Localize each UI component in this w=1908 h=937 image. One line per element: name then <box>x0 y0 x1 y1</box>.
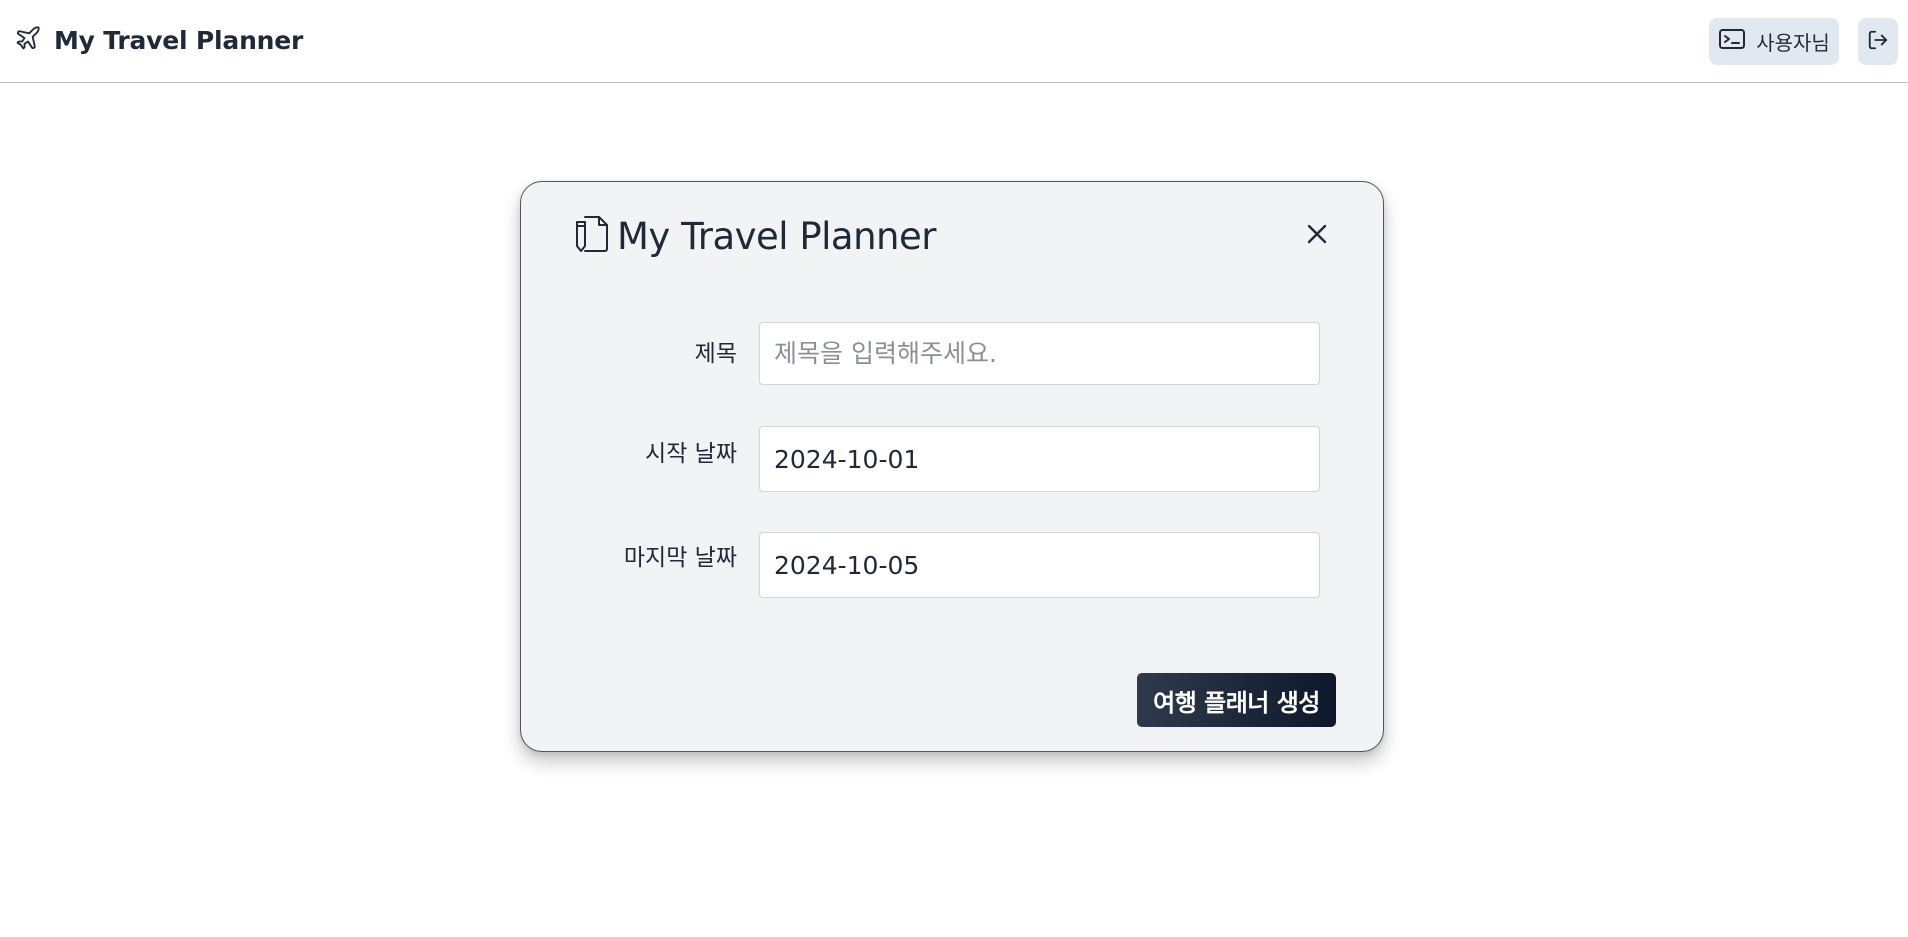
close-icon <box>1305 222 1329 250</box>
create-planner-button[interactable]: 여행 플래너 생성 <box>1137 673 1336 727</box>
user-menu-button[interactable]: 사용자님 <box>1709 18 1839 65</box>
brand[interactable]: My Travel Planner <box>14 22 303 58</box>
start-date-label: 시작 날짜 <box>645 441 737 467</box>
start-date-input[interactable] <box>759 426 1320 492</box>
user-card-icon <box>1718 27 1746 56</box>
create-planner-modal: My Travel Planner 제목 시작 날짜 마지막 날짜 여행 플래너… <box>520 181 1384 752</box>
airplane-icon <box>14 24 42 56</box>
user-name-label: 사용자님 <box>1756 31 1830 55</box>
document-pen-icon <box>573 214 611 258</box>
close-button[interactable] <box>1299 218 1335 254</box>
logout-icon <box>1867 29 1889 55</box>
logout-button[interactable] <box>1858 18 1898 65</box>
app-title: My Travel Planner <box>54 25 304 55</box>
title-input[interactable] <box>759 322 1320 385</box>
end-date-input[interactable] <box>759 532 1320 598</box>
top-header: My Travel Planner 사용자님 <box>0 0 1908 83</box>
modal-title: My Travel Planner <box>617 214 936 258</box>
title-label: 제목 <box>694 341 737 367</box>
end-date-label: 마지막 날짜 <box>623 545 737 571</box>
modal-header: My Travel Planner <box>573 214 936 258</box>
